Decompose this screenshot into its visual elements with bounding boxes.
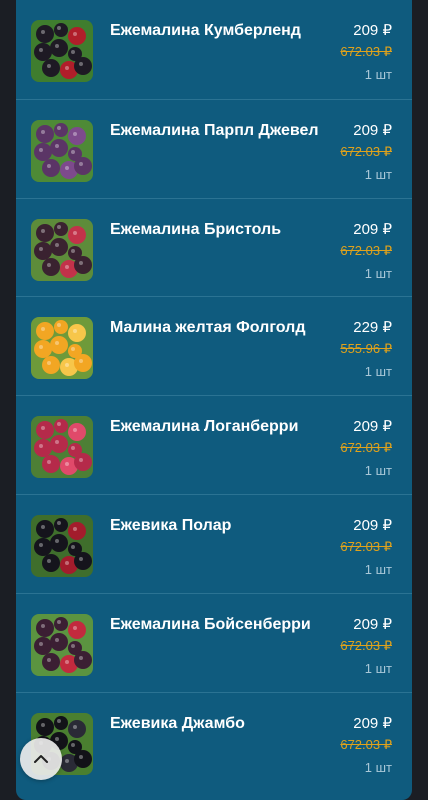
product-price: 229 ₽ [353, 319, 392, 337]
product-image[interactable] [31, 218, 93, 281]
product-price: 209 ₽ [353, 121, 392, 139]
product-old-price: 672.03 ₽ [340, 44, 392, 59]
product-image[interactable] [31, 317, 93, 380]
product-old-price: 672.03 ₽ [340, 637, 392, 653]
chevron-up-icon [34, 755, 48, 763]
product-name[interactable]: Ежевика Джамбо [110, 714, 330, 734]
product-name[interactable]: Ежемалина Бойсенберри [110, 615, 330, 635]
product-quantity: 1 шт [364, 265, 392, 281]
cart-items-panel: Ежемалина Кумберленд 209 ₽ 672.03 ₽ 1 шт… [16, 0, 412, 800]
product-image[interactable] [31, 20, 93, 82]
product-name[interactable]: Ежемалина Кумберленд [110, 21, 330, 41]
cart-item[interactable]: Ежевика Полар 209 ₽ 672.03 ₽ 1 шт [16, 493, 412, 593]
black-red-raspberry-photo [31, 218, 93, 281]
product-price: 209 ₽ [353, 418, 392, 436]
product-old-price: 672.03 ₽ [340, 242, 392, 258]
product-name[interactable]: Ежемалина Логанберри [110, 417, 330, 437]
cart-item[interactable]: Ежемалина Кумберленд 209 ₽ 672.03 ₽ 1 шт [16, 0, 412, 99]
blackcap-raspberry-photo [31, 20, 93, 82]
cart-item[interactable]: Малина желтая Фолголд 229 ₽ 555.96 ₽ 1 ш… [16, 296, 412, 395]
cart-item[interactable]: Ежевика Джамбо 209 ₽ 672.03 ₽ 1 шт [16, 691, 412, 791]
blackberry-photo [31, 514, 93, 577]
product-price: 209 ₽ [353, 220, 392, 238]
cart-item[interactable]: Ежемалина Бристоль 209 ₽ 672.03 ₽ 1 шт [16, 197, 412, 297]
product-image[interactable] [31, 119, 93, 182]
product-name[interactable]: Ежевика Полар [110, 516, 330, 536]
product-price: 209 ₽ [353, 615, 392, 633]
cart-item[interactable]: Ежемалина Бойсенберри 209 ₽ 672.03 ₽ 1 ш… [16, 592, 412, 692]
product-name[interactable]: Малина желтая Фолголд [110, 318, 330, 338]
scroll-to-top-button[interactable] [20, 738, 62, 780]
product-quantity: 1 шт [364, 463, 392, 479]
loganberry-photo [31, 416, 93, 479]
product-quantity: 1 шт [364, 364, 392, 380]
cart-item[interactable]: Ежемалина Парпл Джевел 209 ₽ 672.03 ₽ 1 … [16, 98, 412, 198]
product-price: 209 ₽ [353, 516, 392, 534]
product-name[interactable]: Ежемалина Парпл Джевел [110, 121, 330, 141]
product-price: 209 ₽ [353, 22, 392, 39]
product-image[interactable] [31, 613, 93, 676]
product-old-price: 672.03 ₽ [340, 538, 392, 554]
product-image[interactable] [31, 514, 93, 577]
product-quantity: 1 шт [364, 67, 392, 82]
product-old-price: 672.03 ₽ [340, 440, 392, 456]
product-quantity: 1 шт [364, 561, 392, 577]
product-old-price: 672.03 ₽ [340, 143, 392, 159]
product-price: 209 ₽ [353, 714, 392, 732]
purple-raspberry-photo [31, 119, 93, 182]
boysenberry-photo [31, 613, 93, 676]
product-name[interactable]: Ежемалина Бристоль [110, 220, 330, 240]
product-old-price: 672.03 ₽ [340, 736, 392, 752]
product-quantity: 1 шт [364, 166, 392, 182]
product-image[interactable] [31, 416, 93, 479]
product-quantity: 1 шт [364, 660, 392, 676]
cart-item[interactable]: Ежемалина Логанберри 209 ₽ 672.03 ₽ 1 шт [16, 395, 412, 494]
yellow-raspberry-photo [31, 317, 93, 380]
product-quantity: 1 шт [364, 759, 392, 775]
product-old-price: 555.96 ₽ [340, 341, 392, 357]
